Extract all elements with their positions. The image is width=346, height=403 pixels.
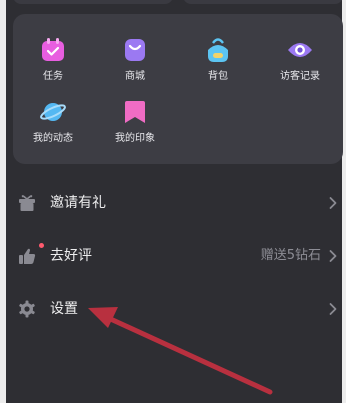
grid-item-task[interactable]: 任务 (13, 36, 93, 84)
grid-item-label: 背包 (208, 71, 228, 82)
bookmark-icon (125, 101, 145, 123)
backpack-icon (208, 38, 228, 62)
grid-item-label: 访客记录 (280, 71, 320, 82)
task-calendar-icon (42, 38, 64, 61)
shopping-bag-icon (125, 39, 145, 61)
menu-row-label: 邀请有礼 (50, 195, 106, 211)
grid-item-label: 我的动态 (33, 133, 73, 144)
menu-row-settings[interactable]: 设置 (13, 289, 343, 329)
reward-note: 赠送5钻石 (260, 248, 321, 263)
thumbs-up-icon (19, 248, 36, 264)
eye-icon (288, 43, 312, 57)
feature-grid: 任务 商城 背包 访客记录 我的动态 我的印象 (13, 14, 343, 164)
gear-icon (19, 300, 35, 318)
profile-screen: 任务 商城 背包 访客记录 我的动态 我的印象 邀请有礼 去好评 赠送5钻石 设… (0, 0, 346, 403)
chevron-right-icon (329, 303, 337, 315)
grid-item-label: 商城 (125, 71, 145, 82)
grid-item-label: 我的印象 (115, 133, 155, 144)
menu-row-review[interactable]: 去好评 赠送5钻石 (13, 236, 343, 276)
grid-item-shop[interactable]: 商城 (95, 36, 175, 84)
chevron-right-icon (329, 250, 337, 262)
top-card-right (183, 0, 343, 4)
menu-row-label: 设置 (50, 301, 78, 317)
menu-row-label: 去好评 (50, 248, 92, 264)
grid-item-label: 任务 (43, 71, 63, 82)
planet-icon (40, 103, 66, 121)
left-edge (0, 0, 6, 403)
grid-item-backpack[interactable]: 背包 (178, 36, 258, 84)
grid-item-visitors[interactable]: 访客记录 (260, 36, 340, 84)
grid-item-my-feed[interactable]: 我的动态 (13, 98, 93, 146)
top-card-left (13, 0, 173, 4)
chevron-right-icon (329, 197, 337, 209)
menu-row-invite[interactable]: 邀请有礼 (13, 183, 343, 223)
grid-item-my-impression[interactable]: 我的印象 (95, 98, 175, 146)
notification-dot (39, 243, 44, 248)
gift-icon (19, 195, 35, 211)
